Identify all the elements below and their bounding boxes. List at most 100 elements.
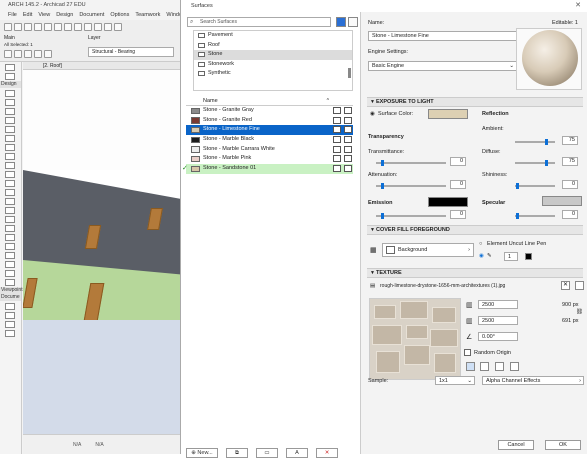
surface-edit-icon[interactable]	[344, 155, 352, 163]
attenuation-slider[interactable]	[376, 183, 446, 189]
surface-edit-icon[interactable]	[344, 107, 352, 114]
line-tool-icon[interactable]	[5, 312, 15, 319]
toolbar-icon[interactable]	[24, 50, 32, 58]
surface-color-swatch[interactable]	[428, 109, 468, 119]
background-select[interactable]: Background ›	[382, 243, 474, 257]
surface-row[interactable]: ✓ Stone - Sandstone 01	[182, 164, 353, 174]
zone-tool-icon[interactable]	[5, 216, 15, 223]
slab-tool-icon[interactable]	[5, 117, 15, 124]
surface-preview-icon[interactable]	[333, 107, 341, 114]
grid-view-icon[interactable]	[348, 17, 358, 27]
menu-file[interactable]: File	[8, 10, 17, 20]
arrow-tool-icon[interactable]	[5, 64, 15, 71]
curtain-wall-tool-icon[interactable]	[5, 162, 15, 169]
toolbar-icon[interactable]	[54, 23, 62, 31]
wall-tool-icon[interactable]	[5, 90, 15, 97]
menu-teamwork[interactable]: Teamwork	[135, 10, 160, 20]
section-cover-fill[interactable]: ▼ COVER FILL FOREGROUND	[367, 225, 583, 235]
folder-icon[interactable]: ▭	[256, 447, 278, 458]
texture-angle-field[interactable]: 0.00°	[478, 332, 518, 341]
menu-window[interactable]: Windo	[166, 10, 180, 20]
folder-item[interactable]: Roof	[194, 41, 352, 51]
view-tab[interactable]: [2. Roof]	[23, 62, 180, 70]
surface-edit-icon[interactable]	[344, 145, 352, 153]
toolbar-icon[interactable]	[34, 50, 42, 58]
mesh-tool-icon[interactable]	[5, 225, 15, 232]
ambient-value[interactable]: 75	[562, 136, 578, 145]
surface-row[interactable]: Stone - Granite Red	[186, 116, 353, 126]
toolbar-icon[interactable]	[64, 23, 72, 31]
folder-item[interactable]: Pavement	[194, 31, 352, 41]
new-surface-button[interactable]: ⊕ New...	[186, 447, 218, 458]
surface-edit-icon[interactable]	[344, 165, 352, 173]
emission-color-swatch[interactable]	[428, 197, 468, 207]
surface-row[interactable]: Stone - Marble Pink	[186, 154, 353, 164]
list-header[interactable]: Name ^	[186, 97, 353, 106]
window-tool-icon[interactable]	[5, 180, 15, 187]
toolbar-icon[interactable]	[24, 23, 32, 31]
menu-edit[interactable]: Edit	[23, 10, 32, 20]
close-icon[interactable]: ✕	[575, 1, 581, 9]
folder-item[interactable]: Synthetic	[194, 69, 352, 79]
texture-height-field[interactable]: 2500	[478, 316, 518, 325]
opening-tool-icon[interactable]	[5, 198, 15, 205]
alpha-channel-select[interactable]: Alpha Channel Effects ›	[482, 376, 584, 385]
marquee-tool-icon[interactable]	[5, 73, 15, 80]
section-texture[interactable]: ▼ TEXTURE	[367, 268, 583, 278]
slider-knob[interactable]	[545, 160, 548, 166]
link-icon[interactable]: ⛓	[576, 309, 583, 315]
name-field[interactable]: Stone - Limestone Fine	[368, 31, 518, 41]
texture-mirror-xy-icon[interactable]	[510, 362, 519, 371]
section-exposure[interactable]: ▼ EXPOSURE TO LIGHT	[367, 97, 583, 107]
menu-design[interactable]: Design	[56, 10, 73, 20]
texture-mirror-icon[interactable]	[466, 362, 475, 371]
arc-tool-icon[interactable]	[5, 330, 15, 337]
transmittance-slider[interactable]	[376, 160, 446, 166]
radio-pen-selected[interactable]: ◉	[479, 253, 484, 259]
specular-value[interactable]: 0	[562, 210, 578, 219]
shininess-slider[interactable]	[515, 183, 555, 189]
folder-scrollbar[interactable]	[348, 68, 351, 78]
toolbar-icon[interactable]	[44, 23, 52, 31]
toolbar-icon[interactable]	[4, 23, 12, 31]
random-origin-checkbox[interactable]	[464, 349, 471, 356]
menu-document[interactable]: Document	[79, 10, 104, 20]
slider-knob[interactable]	[545, 139, 548, 145]
railing-tool-icon[interactable]	[5, 153, 15, 160]
column-tool-icon[interactable]	[5, 99, 15, 106]
surface-preview-icon[interactable]	[333, 165, 341, 173]
surface-preview-icon[interactable]	[333, 155, 341, 163]
toolbar-icon[interactable]	[84, 23, 92, 31]
surface-row[interactable]: Stone - Limestone Fine	[186, 125, 353, 136]
slider-knob[interactable]	[516, 213, 519, 219]
surface-edit-icon[interactable]	[344, 136, 352, 144]
attenuation-value[interactable]: 0	[450, 180, 466, 189]
surface-preview-icon[interactable]	[333, 145, 341, 153]
object-tool-icon[interactable]	[5, 207, 15, 214]
slider-knob[interactable]	[381, 160, 384, 166]
engine-select[interactable]: Basic Engine ⌄	[368, 61, 518, 71]
shininess-value[interactable]: 0	[562, 180, 578, 189]
ok-button[interactable]: OK	[545, 440, 581, 450]
stair-tool-icon[interactable]	[5, 144, 15, 151]
stair-tool-icon[interactable]	[5, 252, 15, 259]
delete-button[interactable]: ✕	[316, 447, 338, 458]
browse-texture-icon[interactable]	[575, 281, 584, 290]
circle-tool-icon[interactable]	[5, 321, 15, 328]
beam-tool-icon[interactable]	[5, 108, 15, 115]
cancel-button[interactable]: Cancel	[498, 440, 534, 450]
toolbar-icon[interactable]	[14, 23, 22, 31]
skylight-tool-icon[interactable]	[5, 189, 15, 196]
lamp-tool-icon[interactable]	[5, 243, 15, 250]
slider-knob[interactable]	[381, 183, 384, 189]
toolbar-icon[interactable]	[94, 23, 102, 31]
specular-color-swatch[interactable]	[542, 196, 582, 206]
radio-element-uncut[interactable]: ○	[479, 241, 482, 247]
surface-preview-icon[interactable]	[333, 126, 341, 134]
toolbar-icon[interactable]	[14, 50, 22, 58]
list-view-icon[interactable]	[336, 17, 346, 27]
sample-select[interactable]: 1x1 ⌄	[435, 376, 475, 385]
diffuse-slider[interactable]	[515, 160, 555, 166]
slider-knob[interactable]	[516, 183, 519, 189]
surface-edit-icon[interactable]	[344, 126, 352, 134]
